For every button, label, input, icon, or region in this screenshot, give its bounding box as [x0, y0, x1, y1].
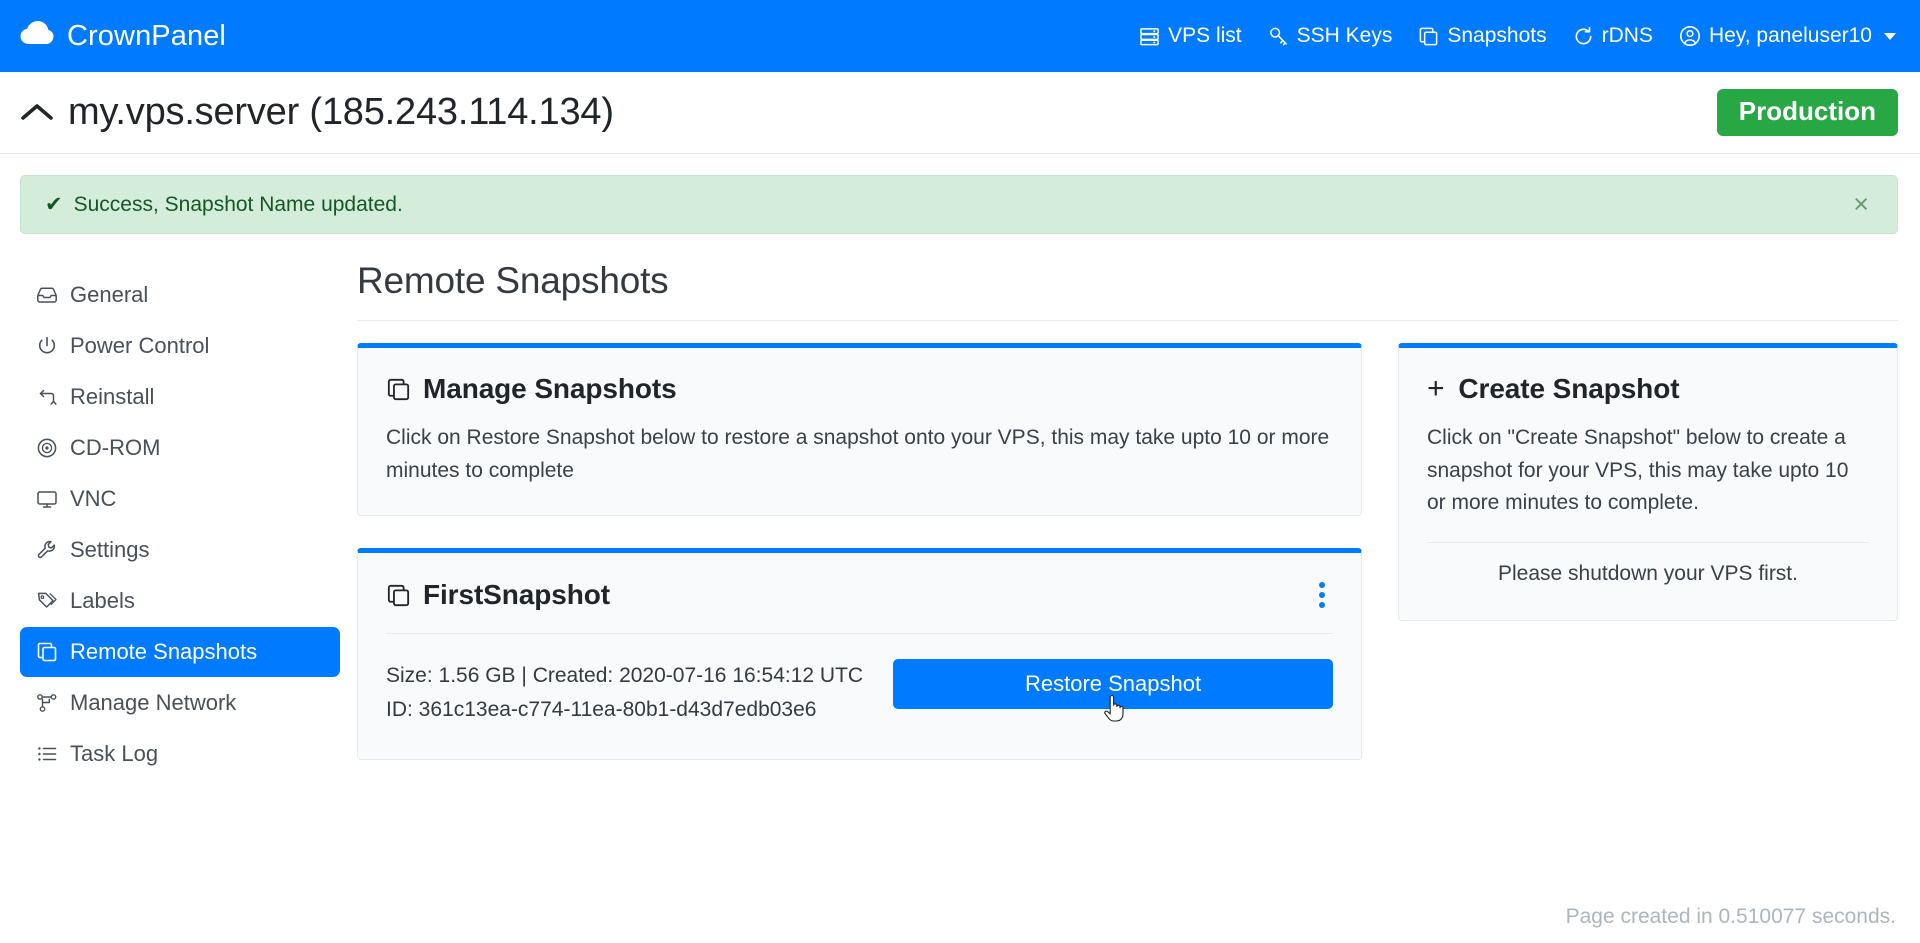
sidebar-item-label: Labels [70, 588, 135, 613]
nav-ssh-keys-label: SSH Keys [1296, 24, 1393, 47]
list-icon [36, 743, 58, 765]
sidebar-item-settings[interactable]: Settings [20, 525, 340, 575]
manage-snapshots-text: Click on Restore Snapshot below to resto… [386, 426, 1330, 482]
heading-divider [357, 320, 1898, 321]
kebab-menu-icon[interactable] [1311, 578, 1333, 612]
network-icon [36, 692, 58, 714]
sidebar-item-general[interactable]: General [20, 270, 340, 320]
close-icon[interactable]: × [1847, 189, 1875, 220]
user-circle-icon [1679, 25, 1701, 47]
sidebar-item-label: CD-ROM [70, 435, 161, 460]
server-list-icon [1139, 26, 1160, 47]
mouse-cursor [1104, 695, 1125, 729]
success-alert: ✔ Success, Snapshot Name updated. × [20, 175, 1898, 234]
nav-rdns-label: rDNS [1601, 24, 1653, 47]
snapshot-card: FirstSnapshot Size: 1.56 GB | Created: 2… [357, 548, 1362, 761]
key-icon [1268, 26, 1289, 47]
power-icon [36, 335, 58, 357]
cloud-icon [20, 20, 54, 53]
inbox-icon [36, 284, 58, 306]
status-badge: Production [1716, 89, 1898, 136]
sidebar-item-label: General [70, 282, 149, 307]
copy-icon [36, 641, 58, 663]
manage-snapshots-title-row: Manage Snapshots [386, 373, 1333, 405]
sidebar-item-cd-rom[interactable]: CD-ROM [20, 423, 340, 473]
snapshot-size-created: Size: 1.56 GB | Created: 2020-07-16 16:5… [386, 664, 864, 688]
snapshot-body: Size: 1.56 GB | Created: 2020-07-16 16:5… [358, 634, 1361, 759]
main-content: Remote Snapshots Manage Snapshots Click … [340, 260, 1898, 792]
content-columns: Manage Snapshots Click on Restore Snapsh… [357, 343, 1898, 792]
monitor-icon [36, 488, 58, 510]
sidebar-item-manage-network[interactable]: Manage Network [20, 678, 340, 728]
sidebar: General Power Control Reinstall CD-ROM V [20, 260, 340, 780]
manage-snapshots-title: Manage Snapshots [423, 373, 677, 404]
create-snapshot-text: Click on "Create Snapshot" below to crea… [1427, 426, 1849, 515]
main-heading: Remote Snapshots [357, 260, 669, 301]
snapshot-title-row: FirstSnapshot [386, 579, 610, 611]
nav-user-label: Hey, paneluser10 [1708, 24, 1872, 47]
sidebar-item-label: Remote Snapshots [70, 639, 258, 664]
manage-snapshots-card: Manage Snapshots Click on Restore Snapsh… [357, 343, 1362, 517]
footer-text: Page created in 0.510077 seconds. [1565, 905, 1896, 928]
sidebar-item-label: VNC [70, 486, 117, 511]
sidebar-item-power-control[interactable]: Power Control [20, 321, 340, 371]
sidebar-item-reinstall[interactable]: Reinstall [20, 372, 340, 422]
disc-icon [36, 437, 58, 459]
sidebar-item-label: Manage Network [70, 690, 237, 715]
plus-icon: + [1427, 372, 1445, 405]
sidebar-item-remote-snapshots[interactable]: Remote Snapshots [20, 627, 340, 677]
chevron-up-icon[interactable] [20, 101, 54, 128]
snapshot-metadata: Size: 1.56 GB | Created: 2020-07-16 16:5… [386, 659, 863, 727]
brand-logo[interactable]: CrownPanel [20, 20, 226, 53]
copy-icon [386, 583, 411, 608]
snapshot-id: ID: 361c13ea-c774-11ea-80b1-d43d7edb03e6 [386, 698, 817, 722]
top-navbar: CrownPanel VPS list SSH Keys Snapshots r… [0, 0, 1920, 72]
refresh-icon [1573, 26, 1594, 47]
create-snapshot-note: Please shutdown your VPS first. [1498, 561, 1798, 585]
snapshot-header: FirstSnapshot [358, 553, 1361, 612]
chevron-down-icon [1884, 32, 1896, 40]
wrench-icon [36, 539, 58, 561]
nav-vps-list[interactable]: VPS list [1139, 24, 1242, 48]
create-snapshot-card: + Create Snapshot Click on "Create Snaps… [1398, 343, 1898, 621]
brand-label: CrownPanel [67, 19, 226, 52]
restore-snapshot-label: Restore Snapshot [1024, 671, 1202, 697]
nav-snapshots-label: Snapshots [1447, 24, 1547, 47]
sidebar-item-labels[interactable]: Labels [20, 576, 340, 626]
copy-icon [386, 377, 411, 402]
restore-snapshot-button[interactable]: Restore Snapshot [893, 659, 1333, 722]
reinstall-icon [36, 386, 58, 408]
sidebar-item-label: Task Log [70, 741, 159, 766]
nav-rdns[interactable]: rDNS [1573, 24, 1653, 48]
page-title: my.vps.server (185.243.114.134) [68, 91, 614, 133]
sidebar-item-task-log[interactable]: Task Log [20, 729, 340, 779]
sidebar-item-label: Power Control [70, 333, 210, 358]
check-icon: ✔ [45, 193, 63, 216]
snapshot-name: FirstSnapshot [423, 579, 610, 611]
navbar-links: VPS list SSH Keys Snapshots rDNS Hey, pa [1139, 24, 1896, 48]
nav-vps-list-label: VPS list [1168, 24, 1242, 47]
sidebar-item-label: Reinstall [70, 384, 155, 409]
copy-icon [1418, 26, 1439, 47]
create-snapshot-title-row: + Create Snapshot [1427, 373, 1869, 405]
sidebar-item-label: Settings [70, 537, 150, 562]
page-body: General Power Control Reinstall CD-ROM V [0, 234, 1920, 792]
page-titlebar: my.vps.server (185.243.114.134) Producti… [0, 72, 1920, 154]
sidebar-item-vnc[interactable]: VNC [20, 474, 340, 524]
left-column: Manage Snapshots Click on Restore Snapsh… [357, 343, 1362, 792]
alert-message: Success, Snapshot Name updated. [73, 192, 403, 216]
create-snapshot-title: Create Snapshot [1458, 373, 1680, 404]
nav-user-menu[interactable]: Hey, paneluser10 [1679, 24, 1896, 48]
nav-ssh-keys[interactable]: SSH Keys [1268, 24, 1393, 48]
right-column: + Create Snapshot Click on "Create Snaps… [1398, 343, 1898, 653]
nav-snapshots[interactable]: Snapshots [1418, 24, 1547, 48]
tag-icon [36, 590, 58, 612]
